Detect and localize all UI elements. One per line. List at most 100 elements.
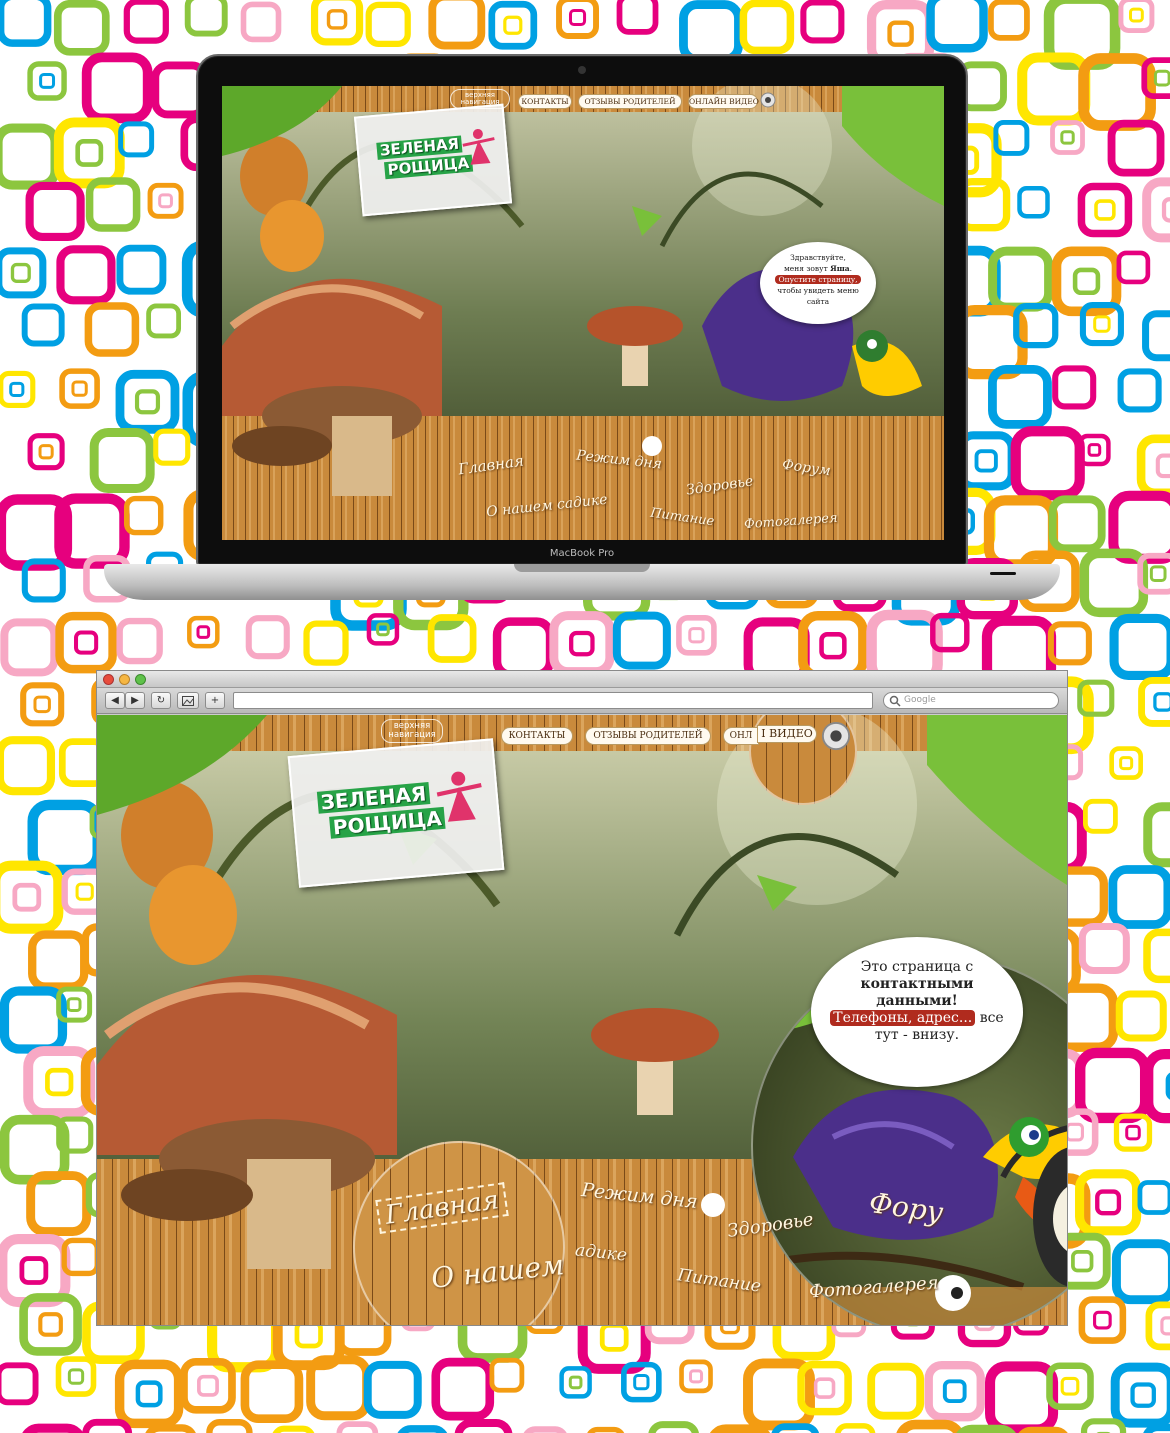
- decor-square: [1052, 365, 1097, 410]
- maximize-window-button[interactable]: [135, 674, 146, 685]
- bubble-name: Яша: [830, 264, 850, 273]
- search-icon: [889, 695, 901, 707]
- decor-square: [616, 0, 659, 35]
- address-bar[interactable]: [233, 692, 873, 709]
- decor-square: [206, 1419, 253, 1433]
- decor-square: [303, 620, 349, 666]
- camera-icon: [578, 66, 586, 74]
- decor-square-inner: [135, 1380, 163, 1408]
- nav-parent-reviews[interactable]: ОТЗЫВЫ РОДИТЕЛЕЙ: [585, 727, 711, 745]
- decor-square-inner: [1130, 1382, 1156, 1408]
- decor-square: [1082, 798, 1118, 834]
- add-bookmark-button[interactable]: +: [205, 692, 225, 709]
- laptop-notch: [514, 564, 650, 572]
- decor-square-inner: [1072, 267, 1101, 296]
- nav-online-video-zoomed[interactable]: I ВИДЕО: [757, 725, 817, 743]
- decor-square: [397, 1425, 448, 1433]
- webcam-icon: [760, 92, 776, 108]
- decor-square-inner: [196, 625, 211, 639]
- decor-square: [1117, 368, 1162, 413]
- decor-square: [310, 0, 364, 46]
- decor-square-inner: [197, 1374, 219, 1397]
- decor-square: [771, 1423, 820, 1433]
- nav-online-video[interactable]: ОНЛАЙН ВИДЕО: [688, 94, 759, 109]
- decor-square: [0, 618, 59, 677]
- decor-square-inner: [10, 262, 31, 283]
- decor-square-inner: [1161, 197, 1170, 223]
- decor-square: [1142, 177, 1170, 243]
- decor-square: [523, 1426, 567, 1433]
- decor-square-inner: [887, 20, 914, 47]
- nav-contacts[interactable]: КОНТАКТЫ: [518, 94, 572, 109]
- decor-square: [549, 611, 615, 677]
- decor-square-inner: [39, 73, 56, 89]
- top-nav-label: верхняя навигация: [450, 89, 510, 109]
- bubble-highlight[interactable]: Телефоны, адрес...: [830, 1010, 976, 1026]
- decor-square: [153, 428, 191, 466]
- decor-square: [146, 303, 182, 339]
- nav-parent-reviews[interactable]: ОТЗЫВЫ РОДИТЕЛЕЙ: [578, 94, 682, 109]
- forward-button[interactable]: ▶: [125, 692, 145, 709]
- decor-square: [0, 123, 60, 190]
- decor-square-inner: [819, 632, 847, 660]
- decor-square: [0, 736, 56, 796]
- decor-square-inner: [1060, 130, 1075, 145]
- decor-square-inner: [71, 380, 88, 397]
- decor-square: [798, 610, 868, 681]
- close-window-button[interactable]: [103, 674, 114, 685]
- decor-square-inner: [813, 1377, 836, 1399]
- decor-square: [1111, 1239, 1170, 1305]
- decor-square: [1078, 1296, 1127, 1344]
- decor-square-inner: [1065, 1122, 1084, 1142]
- nav-online-video[interactable]: ОНЛ: [723, 727, 759, 745]
- bubble-highlight[interactable]: Опустите страницу,: [775, 275, 861, 284]
- decor-square: [81, 52, 153, 124]
- decor-square-inner: [1087, 443, 1102, 457]
- decor-square-inner: [1160, 1316, 1170, 1336]
- decor-square: [1118, 0, 1155, 34]
- site-logo[interactable]: ЗЕЛЕНАЯ РОЩИЦА: [353, 103, 513, 217]
- decor-square: [187, 615, 220, 649]
- screenshot-button[interactable]: [177, 692, 199, 709]
- reload-button[interactable]: ↻: [151, 692, 171, 709]
- webcam-icon: [821, 721, 851, 751]
- decor-square: [272, 1425, 315, 1433]
- decor-square: [559, 1366, 592, 1399]
- decor-square: [84, 302, 140, 357]
- laptop-base: [104, 564, 1060, 600]
- decor-square: [1115, 990, 1167, 1042]
- decor-square: [1136, 434, 1170, 498]
- nav-contacts[interactable]: КОНТАКТЫ: [501, 727, 573, 745]
- decor-square: [679, 1359, 713, 1394]
- decor-square: [0, 247, 47, 299]
- decor-square-inner: [326, 9, 348, 30]
- decor-square: [22, 1423, 84, 1433]
- site-logo[interactable]: ЗЕЛЕНАЯ РОЩИЦА: [287, 738, 505, 888]
- decor-square-inner: [9, 381, 25, 397]
- bubble-dot: .: [849, 264, 853, 273]
- bubble-highlight-wrap: Опустите страницу,: [760, 274, 876, 285]
- decor-square: [336, 1421, 379, 1433]
- decor-square: [0, 370, 36, 408]
- decor-square: [1142, 310, 1170, 362]
- decor-square: [116, 617, 163, 665]
- decor-square: [145, 1424, 196, 1433]
- decor-square-inner: [12, 882, 42, 912]
- decor-square-inner: [134, 389, 161, 415]
- minimize-window-button[interactable]: [119, 674, 130, 685]
- browser-window: ◀ ▶ ↻ + Google ЗЕЛЕНАЯ РОЩИЦА верхняя на…: [96, 670, 1068, 1326]
- bubble-text: меня зовут: [783, 264, 831, 273]
- decor-square: [676, 614, 717, 656]
- bubble-tail: все: [975, 1010, 1004, 1026]
- decor-square: [184, 0, 228, 37]
- search-input[interactable]: Google: [883, 692, 1059, 709]
- decor-square: [53, 0, 110, 56]
- decor-square: [648, 1421, 699, 1433]
- back-button[interactable]: ◀: [105, 692, 125, 709]
- decor-square: [123, 0, 169, 44]
- decor-square: [1047, 621, 1092, 666]
- decor-square: [488, 0, 538, 50]
- decor-square: [56, 245, 116, 305]
- decor-square-inner: [688, 627, 705, 644]
- decor-square-inner: [75, 882, 94, 901]
